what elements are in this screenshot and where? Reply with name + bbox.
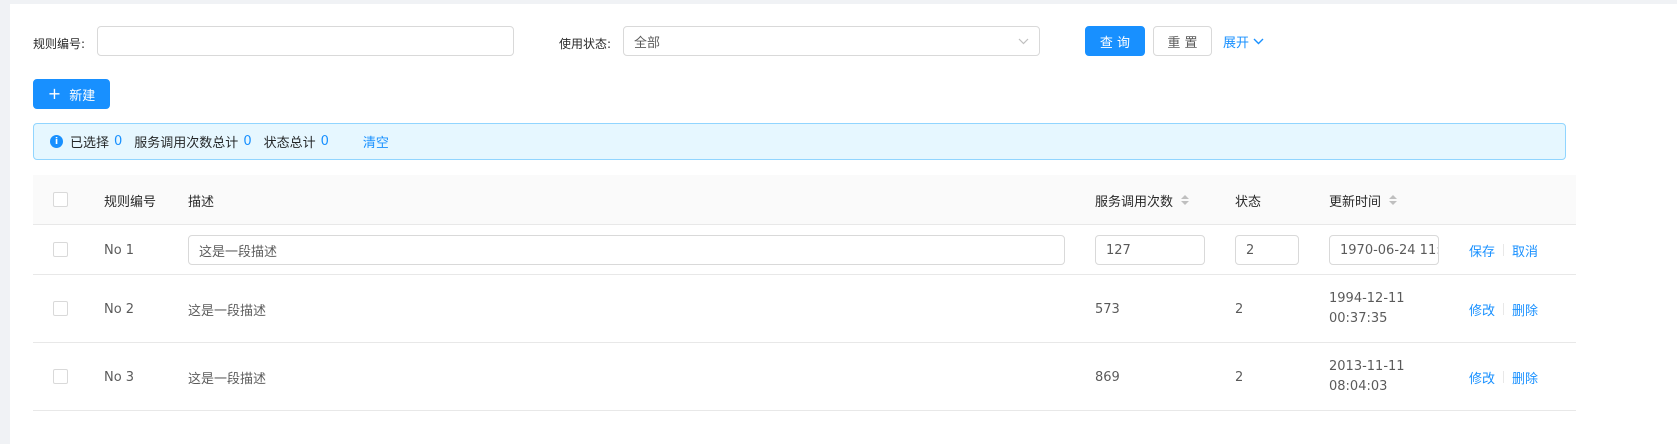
column-description: 描述 <box>188 194 215 210</box>
status-input-value: 2 <box>1246 242 1255 258</box>
row-rule-id: No 2 <box>104 301 135 317</box>
description-input-value: 这是一段描述 <box>199 244 278 260</box>
rule-id-input[interactable] <box>97 26 514 56</box>
column-updated-label: 更新时间 <box>1329 194 1382 210</box>
delete-link[interactable]: 删除 <box>1512 368 1538 387</box>
expand-link[interactable]: 展开 <box>1223 32 1264 51</box>
row-rule-id: No 1 <box>104 242 135 258</box>
selected-label: 已选择 <box>70 136 110 151</box>
action-divider <box>1503 303 1505 315</box>
row-checkbox[interactable] <box>53 301 68 316</box>
row-checkbox[interactable] <box>53 369 68 384</box>
row-calls: 573 <box>1095 301 1120 317</box>
column-updated[interactable]: 更新时间 <box>1329 175 1398 225</box>
row-actions: 修改 删除 <box>1469 343 1538 411</box>
edit-link[interactable]: 修改 <box>1469 368 1495 387</box>
row-actions: 保存 取消 <box>1469 225 1538 275</box>
row-description: 这是一段描述 <box>188 303 267 319</box>
calls-input[interactable]: 127 <box>1095 235 1205 265</box>
sort-icon <box>1181 195 1190 205</box>
page-card: 规则编号: 使用状态: 全部 查 询 重 置 展开 + 新建 i 已选择 0 服… <box>10 4 1677 444</box>
column-calls[interactable]: 服务调用次数 <box>1095 175 1190 225</box>
sort-icon <box>1389 195 1398 205</box>
row-updated-time: 08:04:03 <box>1329 379 1388 394</box>
status-total: 0 <box>320 134 329 149</box>
column-status: 状态 <box>1235 194 1262 210</box>
chevron-down-icon <box>1018 38 1029 45</box>
calls-input-value: 127 <box>1106 242 1131 258</box>
row-updated: 1994-12-11 00:37:35 <box>1329 289 1405 329</box>
reset-button[interactable]: 重 置 <box>1153 26 1212 56</box>
action-divider <box>1503 244 1505 256</box>
calls-total-label: 服务调用次数总计 <box>134 136 239 151</box>
updated-input-value: 1970-06-24 11: <box>1340 242 1439 258</box>
row-status: 2 <box>1235 301 1244 317</box>
clear-link[interactable]: 清空 <box>363 132 389 151</box>
action-divider <box>1503 371 1505 383</box>
save-link[interactable]: 保存 <box>1469 241 1495 260</box>
description-input[interactable]: 这是一段描述 <box>188 235 1065 265</box>
selection-alert: i 已选择 0 服务调用次数总计 0 状态总计 0 清空 <box>33 123 1566 160</box>
new-button-label: 新建 <box>69 88 96 104</box>
row-updated-time: 00:37:35 <box>1329 311 1388 326</box>
row-checkbox[interactable] <box>53 242 68 257</box>
table-row: No 3 这是一段描述 869 2 2013-11-11 08:04:03 修改… <box>33 343 1576 411</box>
row-actions: 修改 删除 <box>1469 275 1538 343</box>
selected-count: 0 <box>114 134 123 149</box>
table-row: No 1 这是一段描述 127 2 1970-06-24 11: 保存 取消 <box>33 225 1576 275</box>
expand-label: 展开 <box>1223 36 1250 51</box>
row-status: 2 <box>1235 369 1244 385</box>
row-calls: 869 <box>1095 369 1120 385</box>
query-button[interactable]: 查 询 <box>1085 26 1145 56</box>
delete-link[interactable]: 删除 <box>1512 300 1538 319</box>
row-updated-date: 2013-11-11 <box>1329 359 1405 374</box>
info-icon: i <box>50 135 63 148</box>
table-header: 规则编号 描述 服务调用次数 状态 更新时间 <box>33 175 1576 225</box>
calls-total: 0 <box>243 134 252 149</box>
select-all-checkbox[interactable] <box>53 192 68 207</box>
row-updated-date: 1994-12-11 <box>1329 291 1405 306</box>
row-updated: 2013-11-11 08:04:03 <box>1329 357 1405 397</box>
status-select-value: 全部 <box>634 35 661 51</box>
status-total-label: 状态总计 <box>263 136 316 151</box>
column-rule-id: 规则编号 <box>104 194 157 210</box>
edit-link[interactable]: 修改 <box>1469 300 1495 319</box>
status-input[interactable]: 2 <box>1235 235 1299 265</box>
table-row: No 2 这是一段描述 573 2 1994-12-11 00:37:35 修改… <box>33 275 1576 343</box>
cancel-link[interactable]: 取消 <box>1512 241 1538 260</box>
status-select[interactable]: 全部 <box>623 26 1040 56</box>
plus-icon: + <box>47 84 62 103</box>
column-calls-label: 服务调用次数 <box>1095 194 1174 210</box>
updated-input[interactable]: 1970-06-24 11: <box>1329 235 1439 265</box>
chevron-down-icon <box>1253 38 1264 45</box>
row-rule-id: No 3 <box>104 369 135 385</box>
row-description: 这是一段描述 <box>188 371 267 387</box>
new-button[interactable]: + 新建 <box>33 79 110 109</box>
status-label: 使用状态: <box>559 37 612 51</box>
rule-id-label: 规则编号: <box>33 37 86 51</box>
